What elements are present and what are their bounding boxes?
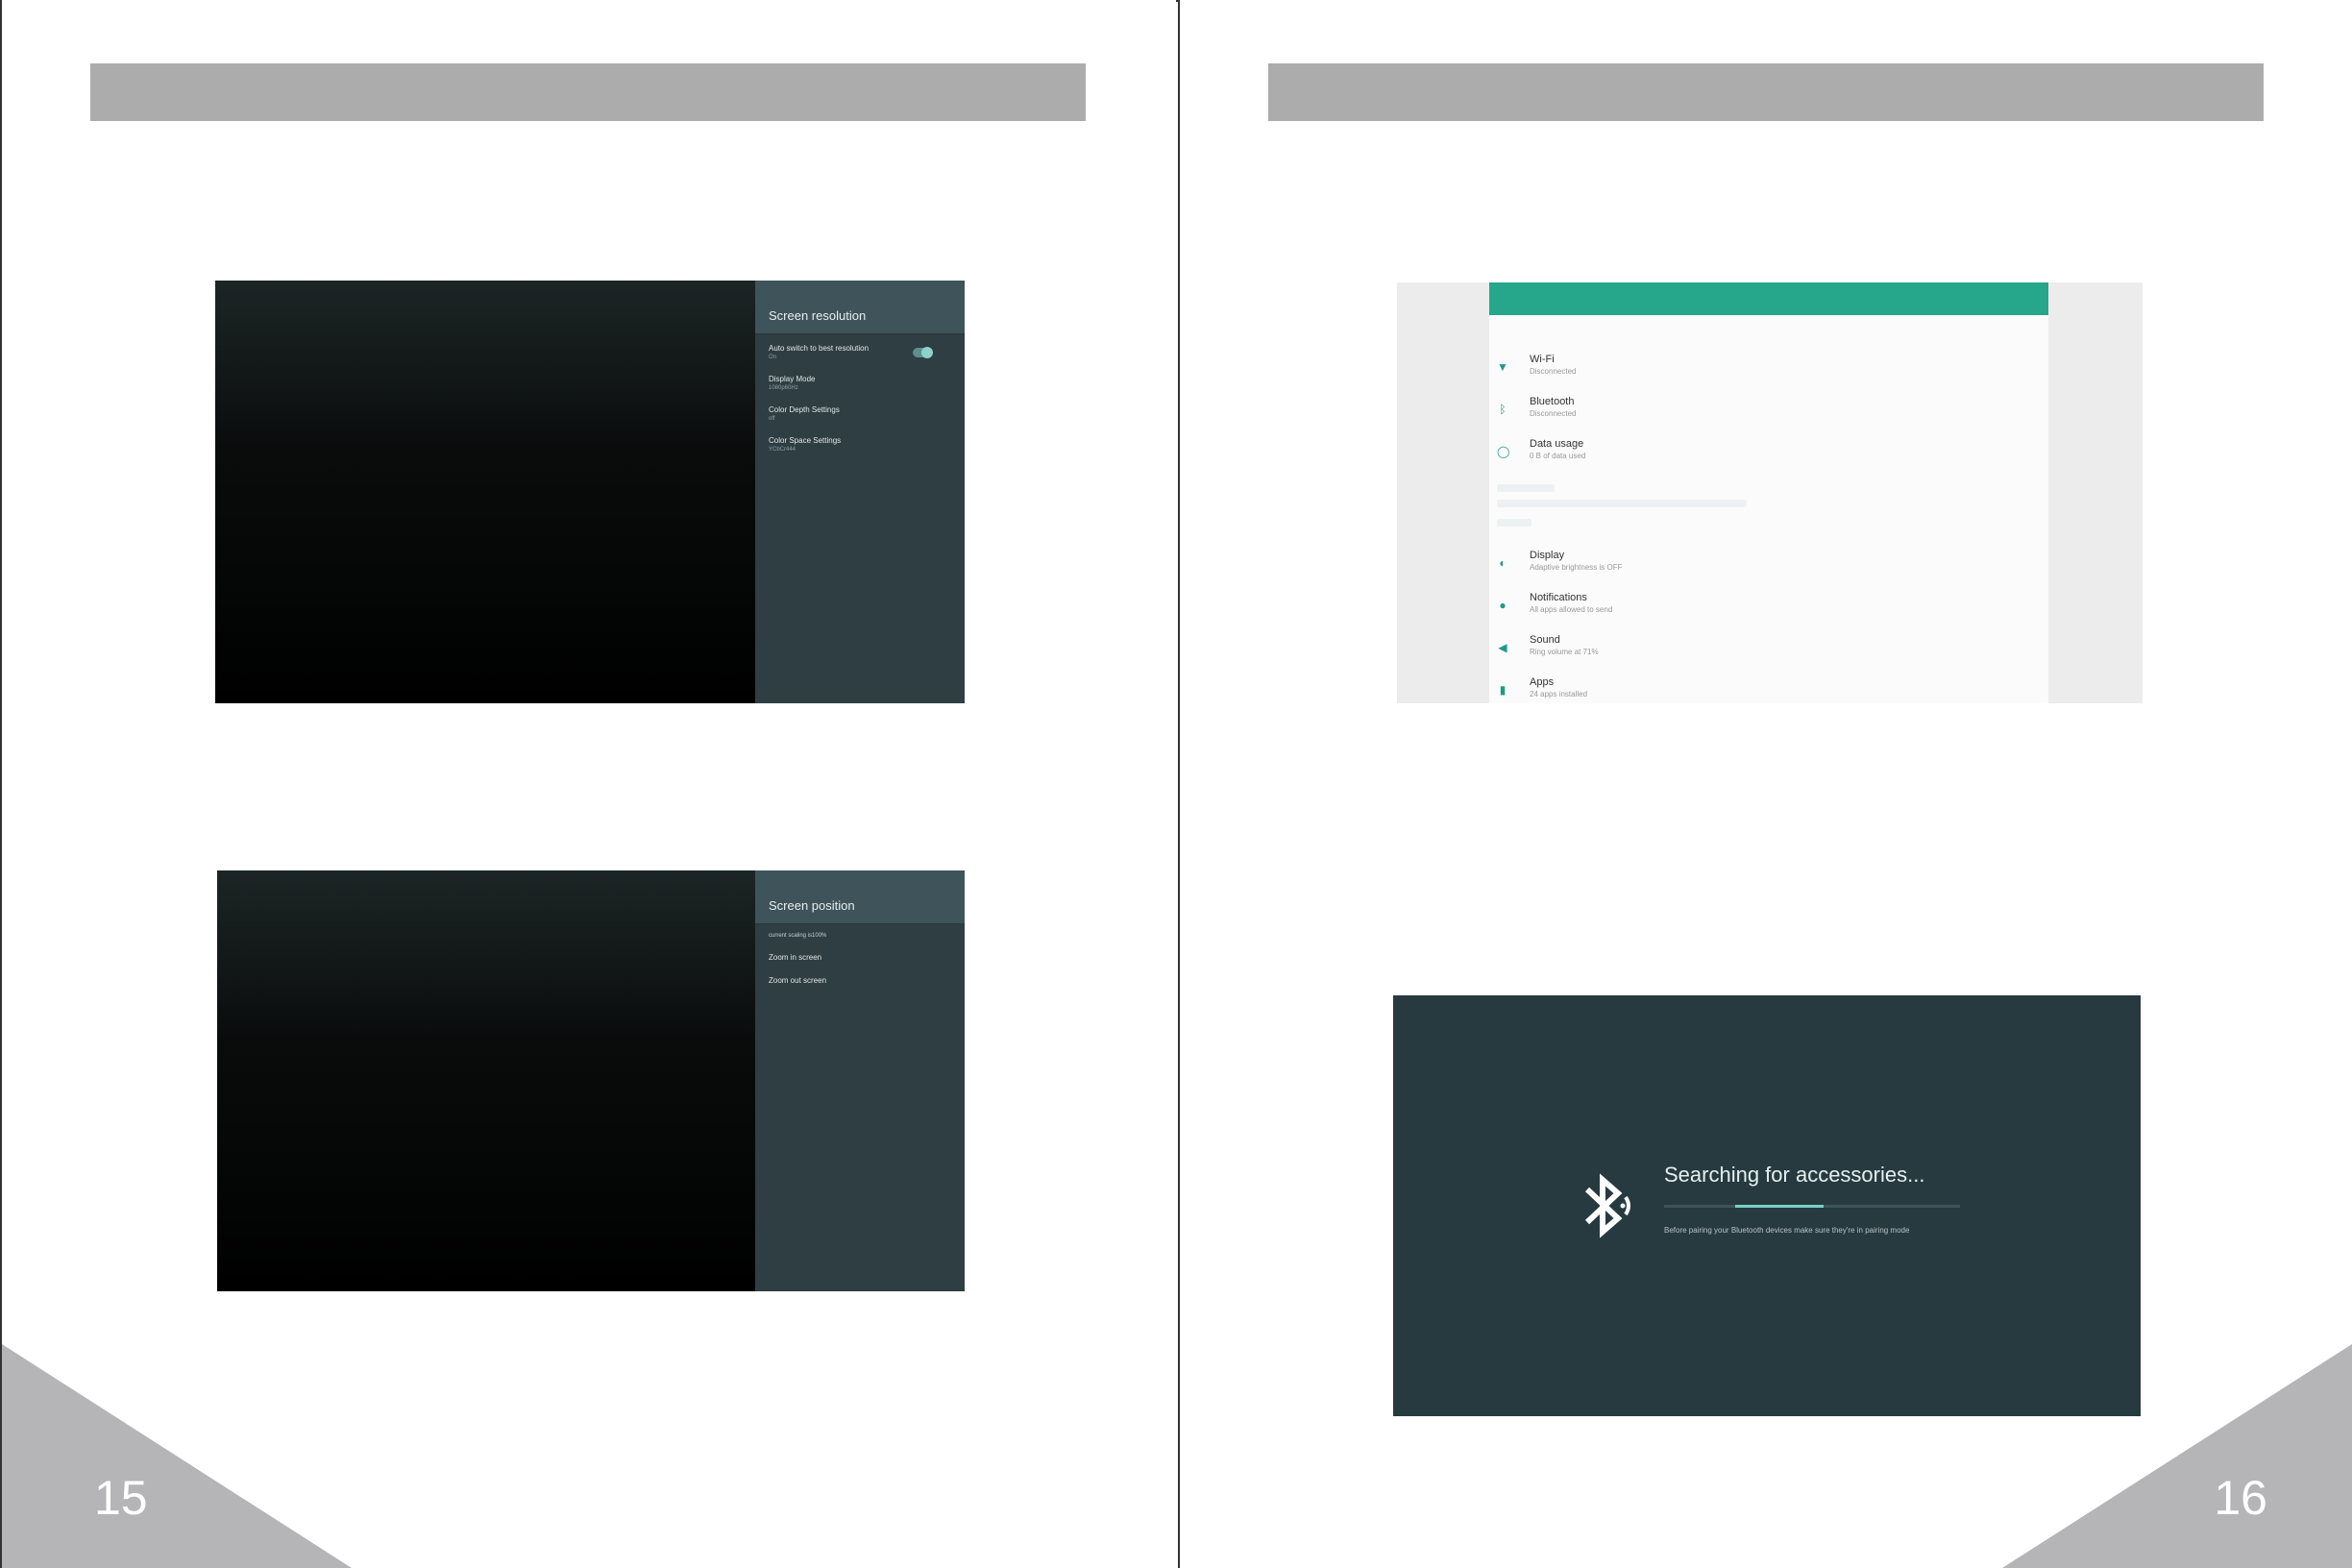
settings-row-notifications[interactable]: ● Notifications All apps allowed to send — [1489, 592, 2048, 630]
panel-item[interactable]: Auto switch to best resolution On — [755, 344, 965, 361]
settings-row-subtitle: 24 apps installed — [1530, 690, 1588, 698]
panel-item[interactable]: Zoom in screen — [755, 953, 965, 963]
search-progress-fill — [1734, 1205, 1825, 1208]
panel-item[interactable]: Color Depth Settings off — [755, 405, 965, 423]
page-number: 16 — [2214, 1471, 2267, 1525]
apps-icon: ▮ — [1499, 683, 1507, 697]
search-progress-bar — [1664, 1205, 1960, 1208]
header-bar — [1268, 63, 2264, 121]
panel-item[interactable]: current scaling is100% — [755, 932, 965, 940]
settings-row-subtitle: Ring volume at 71% — [1530, 648, 1599, 656]
settings-row-data-usage[interactable]: ◯ Data usage 0 B of data used — [1489, 438, 2048, 477]
bluetooth-search-icon — [1584, 1173, 1630, 1238]
bluetooth-search-subtitle: Before pairing your Bluetooth devices ma… — [1664, 1226, 1910, 1235]
notifications-icon: ● — [1499, 599, 1507, 612]
settings-row-bluetooth[interactable]: ᛒ Bluetooth Disconnected — [1489, 396, 2048, 434]
settings-row-title: Wi-Fi — [1530, 354, 1555, 365]
header-bar — [90, 63, 1086, 121]
settings-row-subtitle: Disconnected — [1530, 409, 1577, 418]
item-title: Zoom in screen — [769, 953, 822, 962]
settings-row-title: Data usage — [1530, 438, 1584, 450]
corner-decoration — [2, 1344, 352, 1568]
settings-row-title: Sound — [1530, 634, 1560, 646]
item-subtitle: off — [769, 416, 775, 422]
settings-row-subtitle: Disconnected — [1530, 367, 1577, 376]
settings-row-title: Apps — [1530, 676, 1555, 688]
settings-row-display[interactable]: ◐ Display Adaptive brightness is OFF — [1489, 550, 2048, 588]
page-right: ▼ Wi-Fi Disconnected ᛒ Bluetooth Disconn… — [1178, 0, 2352, 1568]
panel-item[interactable]: Display Mode 1080p60Hz — [755, 375, 965, 392]
faint-section-header — [1497, 519, 1531, 527]
settings-row-title: Bluetooth — [1530, 396, 1575, 407]
display-icon: ◐ — [1499, 556, 1507, 570]
item-subtitle: 1080p60Hz — [769, 385, 798, 391]
settings-panel: Screen position current scaling is100% Z… — [755, 870, 965, 1291]
settings-row-subtitle: All apps allowed to send — [1530, 605, 1613, 614]
sound-icon: ◀ — [1498, 641, 1507, 654]
panel-item[interactable]: Zoom out screen — [755, 976, 965, 986]
settings-row-title: Display — [1530, 550, 1565, 561]
faint-section-header — [1497, 484, 1555, 492]
data-usage-icon: ◯ — [1497, 445, 1510, 458]
settings-row-subtitle: Adaptive brightness is OFF — [1530, 563, 1623, 572]
bluetooth-search-title: Searching for accessories... — [1664, 1163, 1925, 1187]
item-title: Color Space Settings — [769, 436, 842, 445]
item-title: Color Depth Settings — [769, 405, 840, 414]
settings-row-wifi[interactable]: ▼ Wi-Fi Disconnected — [1489, 354, 2048, 392]
item-title: Zoom out screen — [769, 976, 827, 985]
corner-decoration — [2002, 1344, 2352, 1568]
settings-row-title: Notifications — [1530, 592, 1587, 603]
settings-toolbar — [1489, 282, 2048, 315]
settings-card: ▼ Wi-Fi Disconnected ᛒ Bluetooth Disconn… — [1489, 282, 2048, 703]
panel-item[interactable]: Color Space Settings YCbCr444 — [755, 436, 965, 453]
panel-title: Screen resolution — [755, 281, 965, 334]
auto-switch-toggle[interactable] — [913, 347, 933, 358]
settings-panel: Screen resolution Auto switch to best re… — [755, 281, 965, 703]
item-title: Display Mode — [769, 375, 816, 383]
item-title: current scaling is100% — [769, 933, 827, 939]
item-subtitle: YCbCr444 — [769, 447, 796, 453]
page-left: Screen resolution Auto switch to best re… — [0, 0, 1176, 1568]
settings-row-subtitle: 0 B of data used — [1530, 452, 1586, 460]
bluetooth-icon: ᛒ — [1499, 403, 1507, 416]
toggle-knob — [921, 347, 933, 358]
settings-row-sound[interactable]: ◀ Sound Ring volume at 71% — [1489, 634, 2048, 673]
panel-title: Screen position — [755, 870, 965, 924]
page-number: 15 — [94, 1471, 148, 1525]
screenshot-screen-resolution: Screen resolution Auto switch to best re… — [215, 281, 965, 703]
faint-text — [1497, 500, 1747, 507]
wifi-icon: ▼ — [1497, 360, 1508, 374]
screenshot-screen-position: Screen position current scaling is100% Z… — [217, 870, 965, 1291]
screenshot-settings: ▼ Wi-Fi Disconnected ᛒ Bluetooth Disconn… — [1397, 282, 2143, 703]
settings-row-apps[interactable]: ▮ Apps 24 apps installed — [1489, 676, 2048, 703]
